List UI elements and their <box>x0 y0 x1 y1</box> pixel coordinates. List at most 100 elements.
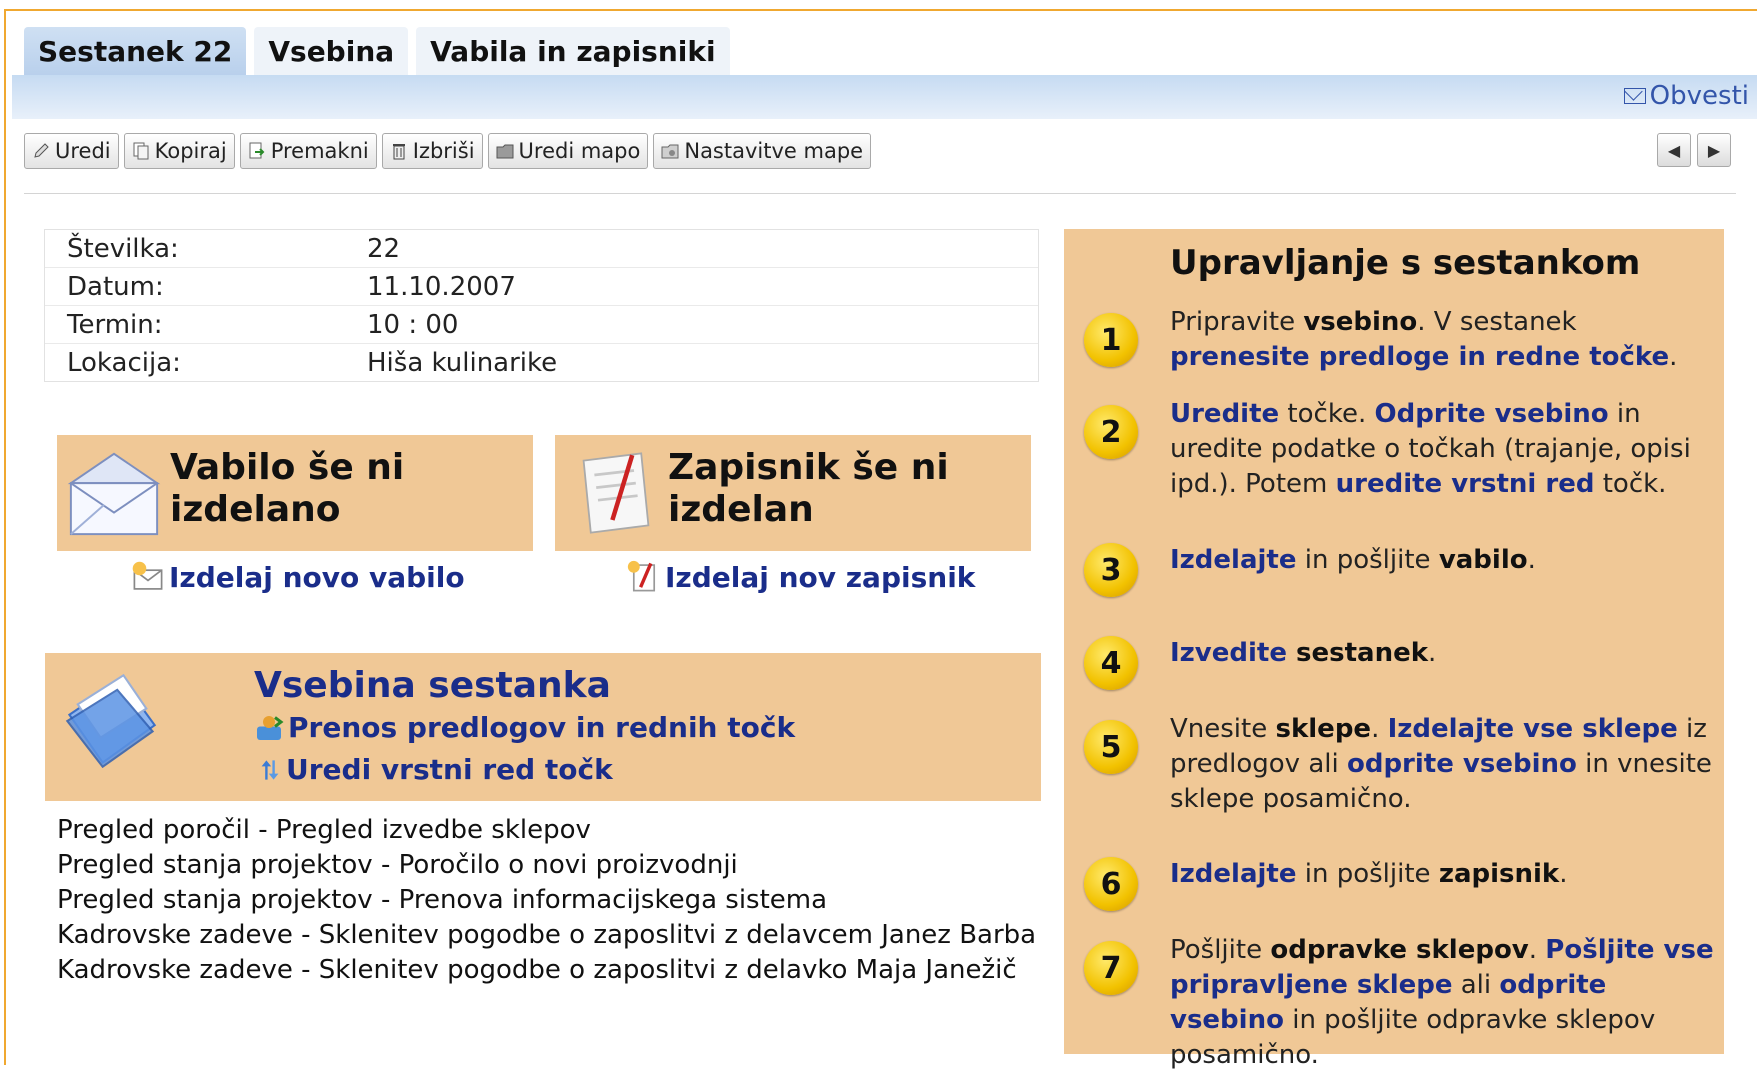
delete-label: Izbriši <box>412 139 475 163</box>
create-invitation-link[interactable]: Izdelaj novo vabilo <box>131 560 465 594</box>
step-text-segment: in pošljite <box>1296 545 1439 575</box>
folder-settings-label: Nastavitve mape <box>684 139 864 163</box>
tab-content[interactable]: Vsebina <box>254 27 409 75</box>
step-number-badge: 1 <box>1084 313 1138 367</box>
copy-button[interactable]: Kopiraj <box>123 133 235 169</box>
step-number-badge: 6 <box>1084 857 1138 911</box>
bold-term: sklepe <box>1275 714 1372 744</box>
info-value: 22 <box>367 233 401 264</box>
info-label: Termin: <box>67 309 163 340</box>
action-link[interactable]: Uredite <box>1170 399 1279 429</box>
tab-strip: Sestanek 22 Vsebina Vabila in zapisniki <box>24 27 730 75</box>
notify-label: Obvesti <box>1649 81 1749 111</box>
tab-meeting[interactable]: Sestanek 22 <box>24 27 247 75</box>
action-link[interactable]: odprite vsebino <box>1347 749 1577 779</box>
step-number-badge: 3 <box>1084 543 1138 597</box>
delete-button[interactable]: Izbriši <box>381 133 483 169</box>
step-number-badge: 2 <box>1084 405 1138 459</box>
toolbar: Uredi Kopiraj Premakni Izbriši Uredi map… <box>24 133 872 169</box>
bold-term: odpravke sklepov <box>1270 935 1529 965</box>
info-label: Številka: <box>67 233 179 264</box>
document-pen-icon <box>582 452 650 534</box>
copy-label: Kopiraj <box>154 139 227 163</box>
step-text-segment: Pošljite <box>1170 935 1271 965</box>
bold-term: vabilo <box>1438 545 1528 575</box>
envelope-icon <box>67 452 161 536</box>
info-row-location: Lokacija: Hiša kulinarike <box>45 344 1038 381</box>
new-minutes-icon <box>627 560 656 592</box>
step-text-segment: . <box>1371 714 1388 744</box>
step-number-badge: 4 <box>1084 636 1138 690</box>
next-button[interactable]: ▶ <box>1697 133 1731 167</box>
step-text-segment: točke. <box>1279 399 1375 429</box>
minutes-title-line-2: izdelan <box>668 489 814 530</box>
info-label: Datum: <box>67 271 164 302</box>
action-link[interactable]: Izdelajte <box>1170 859 1296 889</box>
step-text: Izvedite sestanek. <box>1170 636 1715 671</box>
transfer-proposals-link[interactable]: Prenos predlogov in rednih točk <box>254 711 795 744</box>
bold-term: zapisnik <box>1438 859 1560 889</box>
action-link[interactable]: prenesite predloge in redne točke <box>1170 342 1669 372</box>
create-invitation-label: Izdelaj novo vabilo <box>169 560 465 594</box>
step-text-segment: Vnesite <box>1170 714 1276 744</box>
step-text-segment: . <box>1428 638 1437 668</box>
create-minutes-link[interactable]: Izdelaj nov zapisnik <box>627 560 975 594</box>
previous-button[interactable]: ◀ <box>1657 133 1691 167</box>
reorder-items-link[interactable]: Uredi vrstni red točk <box>258 753 613 786</box>
action-link[interactable]: Izvedite <box>1170 638 1287 668</box>
step-text: Uredite točke. Odprite vsebino in uredit… <box>1170 397 1715 502</box>
step-text-segment: . V sestanek <box>1417 307 1577 337</box>
step-text-segment: . <box>1527 545 1536 575</box>
step-text: Pošljite odpravke sklepov. Pošljite vse … <box>1170 933 1715 1073</box>
folder-settings-button[interactable]: Nastavitve mape <box>653 133 872 169</box>
step-number-badge: 7 <box>1084 941 1138 995</box>
action-link[interactable]: Odprite vsebino <box>1374 399 1608 429</box>
step-text: Izdelajte in pošljite zapisnik. <box>1170 857 1715 892</box>
action-link[interactable]: Izdelajte <box>1170 545 1296 575</box>
pencil-icon <box>34 143 49 158</box>
move-button[interactable]: Premakni <box>239 133 377 169</box>
step-text-segment: in pošljite <box>1296 859 1439 889</box>
meeting-content-card: Vsebina sestanka Prenos predlogov in red… <box>45 653 1041 801</box>
folder-settings-icon <box>661 144 679 159</box>
step-text: Izdelajte in pošljite vabilo. <box>1170 543 1715 578</box>
action-link[interactable]: uredite vrstni red <box>1336 469 1595 499</box>
info-value: 10 : 00 <box>367 309 459 340</box>
action-link[interactable]: Izdelajte vse sklepe <box>1388 714 1678 744</box>
step-text-segment: . <box>1528 935 1546 965</box>
step-text-segment: . <box>1669 342 1678 372</box>
step-text-segment: točk. <box>1594 469 1667 499</box>
edit-label: Uredi <box>55 139 111 163</box>
step-text: Vnesite sklepe. Izdelajte vse sklepe iz … <box>1170 712 1715 817</box>
documents-icon <box>65 673 157 769</box>
tab-invitations-minutes[interactable]: Vabila in zapisniki <box>416 27 730 75</box>
list-item: Kadrovske zadeve - Sklenitev pogodbe o z… <box>57 920 1037 950</box>
arrow-left-icon: ◀ <box>1667 140 1681 160</box>
list-item: Pregled stanja projektov - Poročilo o no… <box>57 850 738 880</box>
create-minutes-label: Izdelaj nov zapisnik <box>665 560 976 594</box>
transfer-proposals-label: Prenos predlogov in rednih točk <box>288 711 796 744</box>
record-navigation: ◀ ▶ <box>1657 133 1731 167</box>
panel-title: Upravljanje s sestankom <box>1170 243 1641 283</box>
agenda-list: Pregled poročil - Pregled izvedbe sklepo… <box>57 813 1036 988</box>
minutes-card: Zapisnik še ni izdelan <box>555 435 1031 551</box>
edit-button[interactable]: Uredi <box>24 133 119 169</box>
invitation-title-line-1: Vabilo še ni <box>170 447 405 488</box>
bold-term: sestanek <box>1286 638 1429 668</box>
info-label: Lokacija: <box>67 347 181 378</box>
edit-folder-button[interactable]: Uredi mapo <box>487 133 649 169</box>
step-text: Pripravite vsebino. V sestanek prenesite… <box>1170 305 1715 375</box>
content-title: Vsebina sestanka <box>254 665 611 706</box>
info-value: Hiša kulinarike <box>367 347 558 378</box>
arrow-right-icon: ▶ <box>1707 140 1721 160</box>
edit-folder-label: Uredi mapo <box>518 139 641 163</box>
divider <box>24 193 1736 194</box>
invitation-card: Vabilo še ni izdelano <box>57 435 533 551</box>
info-row-number: Številka: 22 <box>45 230 1038 268</box>
meeting-info-table: Številka: 22 Datum: 11.10.2007 Termin: 1… <box>44 229 1039 382</box>
step-text-segment: Pripravite <box>1170 307 1304 337</box>
folder-icon <box>496 144 514 159</box>
notify-link[interactable]: Obvesti <box>1623 81 1749 111</box>
list-item: Pregled poročil - Pregled izvedbe sklepo… <box>57 815 591 845</box>
bold-term: vsebino <box>1303 307 1418 337</box>
